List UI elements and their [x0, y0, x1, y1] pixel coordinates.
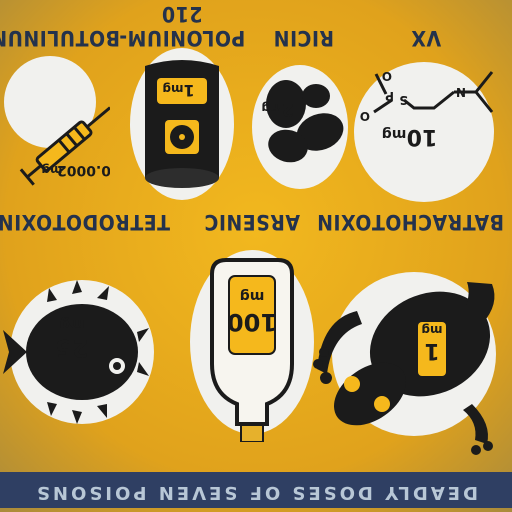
title: DEADLY DOSES OF SEVEN POISONS — [34, 482, 478, 503]
unit-botulinum: mg — [41, 163, 62, 177]
botulinum-syringe-illustration: 0.0002 mg — [4, 56, 110, 186]
ricin-beans-illustration: 2 mg — [252, 65, 348, 189]
dose-tetrodotoxin: 25 — [55, 334, 88, 362]
label-ricin: RICIN — [273, 26, 334, 50]
dose-polonium: 1 — [183, 81, 194, 100]
label-arsenic: ARSENIC — [204, 210, 300, 234]
polonium-barrel-illustration: 1 mg — [130, 48, 234, 200]
dose-vx: 10 — [407, 124, 438, 149]
dose-batrachotoxin: 1 — [424, 338, 439, 363]
vx-illustration: N S P O O 10 mg — [354, 62, 494, 202]
atom-o-double: O — [382, 69, 392, 83]
label-tetrodotoxin: TETRODOTOXIN — [0, 210, 170, 234]
frog-illustration: 1 mg — [313, 272, 496, 455]
unit-vx: mg — [382, 126, 407, 142]
atom-n: N — [456, 85, 466, 99]
dose-ricin: 2 — [282, 99, 295, 120]
label-batrachotoxin: BATRACHOTOXIN — [316, 210, 504, 234]
infographic: DEADLY DOSES OF SEVEN POISONS BATRACHOTO… — [0, 0, 512, 512]
atom-o: O — [360, 109, 370, 123]
atom-p: P — [385, 89, 394, 103]
label-botulinum: BOTULINUM — [0, 26, 120, 50]
dose-botulinum: 0.0002 — [57, 162, 110, 178]
atom-s: S — [399, 93, 408, 107]
arsenic-bottle-illustration: 100 mg — [190, 250, 314, 442]
pufferfish-illustration: 25 mg — [3, 280, 154, 424]
unit-tetrodotoxin: mg — [60, 316, 85, 332]
unit-arsenic: mg — [240, 288, 265, 304]
unit-batrachotoxin: mg — [421, 323, 442, 337]
unit-ricin: mg — [261, 101, 282, 115]
label-vx: VX — [410, 26, 442, 50]
dose-arsenic: 100 — [227, 308, 277, 336]
unit-polonium: mg — [162, 82, 183, 96]
label-polonium: POLONIUM-210 — [118, 2, 246, 50]
